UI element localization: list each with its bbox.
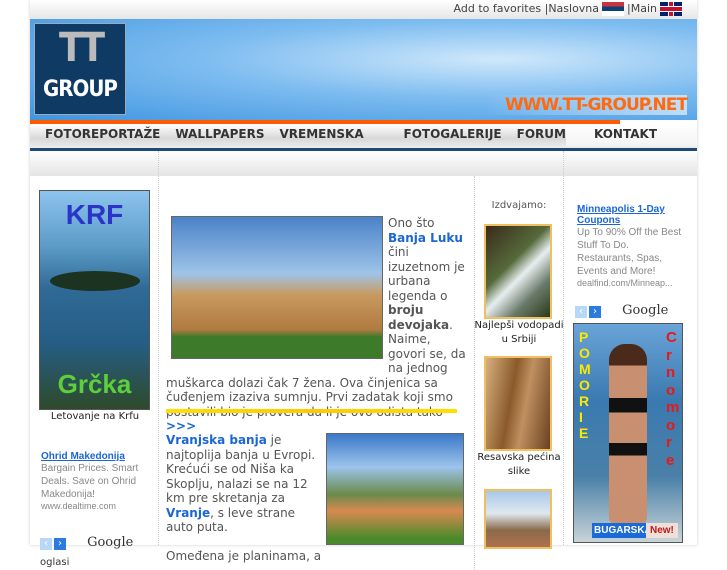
uk-flag-icon[interactable] [660, 2, 682, 16]
ohrid-ad: Ohrid Makedonija Bargain Prices. Smart D… [41, 451, 151, 511]
krf-label: KRF [65, 199, 124, 230]
minneapolis-ad-body: Up To 90% Off the Best Stuff To Do. Rest… [577, 227, 682, 277]
minneapolis-ad-title[interactable]: Minneapolis 1-Day Coupons [577, 204, 687, 226]
google-ads-footer: ‹ › Google oglasi [40, 531, 152, 569]
minneapolis-ad: Minneapolis 1-Day Coupons Up To 90% Off … [577, 204, 687, 288]
page: Add to favorites |Naslovna |Main TT GROUP … [30, 0, 697, 570]
nav-vremenska-prognoza[interactable]: VREMENSKA PROGNOZA [265, 124, 389, 161]
naslovna-link[interactable]: |Naslovna [545, 2, 599, 15]
read-more-link[interactable]: >>> [166, 419, 196, 433]
yellow-divider [166, 409, 457, 413]
cave-caption[interactable]: Resavska pećina slike [470, 451, 568, 479]
article-banja-luka: Ono što Banja Luku čini izuzetnom je urb… [166, 216, 466, 433]
bugarska-label: BUGARSKA [592, 523, 654, 538]
nav-kontakt[interactable]: KONTAKT [565, 124, 697, 146]
nav-fotoreportaze[interactable]: FOTOREPORTAŽE [30, 124, 160, 148]
woman-figure-image [609, 344, 647, 524]
featured-title: Izdvajamo: [491, 200, 547, 211]
header-banner: TT GROUP WWW.TT-GROUP.NET [30, 19, 697, 120]
waterfall-caption[interactable]: Najlepši vodopadi u Srbiji [470, 319, 568, 347]
banja-luka-link[interactable]: Banja Luku [388, 231, 463, 245]
pomorie-banner-ad[interactable]: POMORIE Crnomore BUGARSKA New! [573, 323, 683, 543]
landscape-thumbnail[interactable] [484, 489, 552, 549]
column-divider [474, 176, 475, 570]
ohrid-ad-title[interactable]: Ohrid Makedonija [41, 451, 151, 462]
ohrid-ad-body: Bargain Prices. Smart Deals. Save on Ohr… [41, 463, 139, 500]
krf-banner-ad[interactable]: KRF Grčka [39, 190, 150, 410]
prev-arrow-icon[interactable]: ‹ [575, 306, 587, 318]
crnomore-label: Crnomore [666, 329, 680, 469]
column-divider [158, 151, 159, 545]
prev-arrow-icon[interactable]: ‹ [40, 538, 52, 550]
grcka-label: Grčka [57, 369, 132, 399]
sub-strip [30, 151, 697, 176]
main-nav: FOTOREPORTAŽE WALLPAPERS VREMENSKA PROGN… [30, 124, 697, 161]
cave-thumbnail[interactable] [484, 356, 552, 451]
main-link[interactable]: |Main [627, 2, 657, 15]
next-arrow-icon[interactable]: › [589, 306, 601, 318]
vranje-link[interactable]: Vranje [166, 506, 210, 520]
column-divider [563, 151, 564, 545]
site-url: WWW.TT-GROUP.NET [485, 95, 688, 115]
add-to-favorites-link[interactable]: Add to favorites [454, 2, 542, 15]
new-badge: New! [646, 523, 678, 538]
top-bar: Add to favorites |Naslovna |Main [30, 0, 697, 19]
vranjska-banja-photo[interactable] [326, 433, 464, 545]
minneapolis-ad-url[interactable]: dealfind.com/Minneap... [577, 278, 687, 288]
nav-wallpapers[interactable]: WALLPAPERS [160, 124, 264, 148]
nav-fotogalerije[interactable]: FOTOGALERIJE [389, 124, 502, 148]
waterfall-thumbnail[interactable] [484, 224, 552, 319]
krf-caption[interactable]: Letovanje na Krfu [35, 410, 155, 424]
ohrid-ad-url[interactable]: www.dealtime.com [41, 501, 151, 511]
article-vranjska-banja: Vranjska banja je najtoplija banja u Evr… [166, 433, 322, 563]
pomorie-label: POMORIE [579, 329, 591, 441]
island-image [50, 271, 140, 291]
nav-forum[interactable]: FORUM [502, 124, 566, 148]
serbian-flag-icon[interactable] [602, 2, 625, 16]
vranjska-banja-link[interactable]: Vranjska banja [166, 433, 267, 447]
tt-group-logo[interactable]: TT GROUP [34, 23, 126, 115]
next-arrow-icon[interactable]: › [54, 538, 66, 550]
